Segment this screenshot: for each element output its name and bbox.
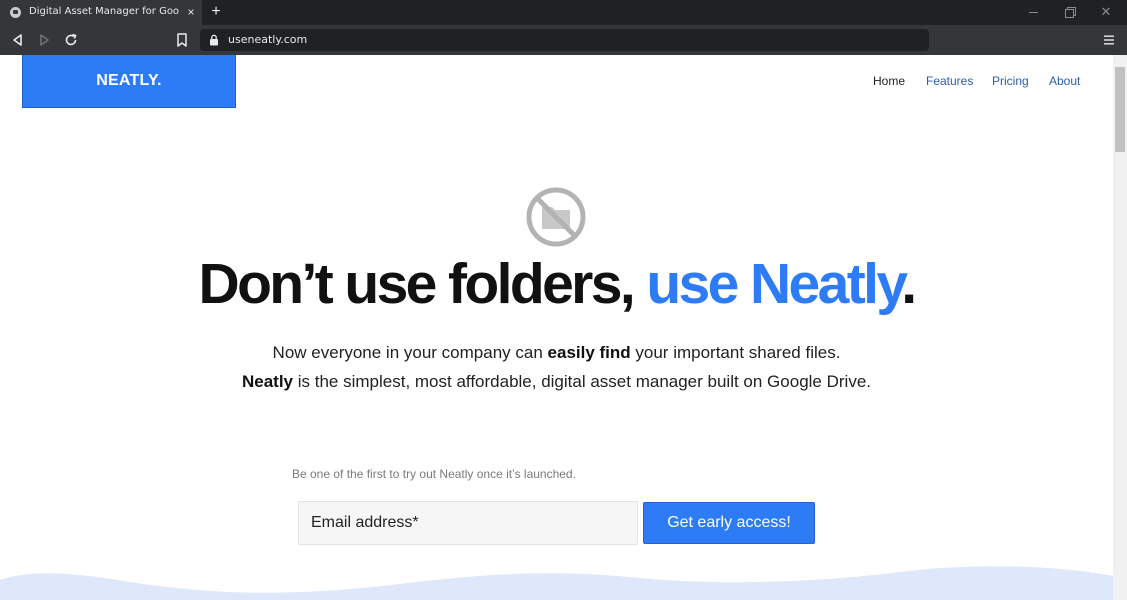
nav-link-about[interactable]: About (1049, 74, 1080, 88)
browser-menu-icon[interactable] (1102, 33, 1116, 47)
headline-main: Don’t use folders, (198, 252, 647, 316)
tab-title: Digital Asset Manager for Google (29, 6, 179, 17)
subtitle-bold: Neatly (241, 372, 294, 391)
browser-toolbar: useneatly.com (0, 25, 1127, 55)
address-bar[interactable]: useneatly.com (200, 29, 929, 51)
get-early-access-button[interactable]: Get early access! (643, 502, 815, 544)
headline-accent: use Neatly (646, 252, 904, 316)
site-logo[interactable]: NEATLY. (22, 55, 236, 108)
page-viewport: NEATLY. Home Features Pricing About Don’… (0, 55, 1113, 600)
back-icon[interactable] (10, 32, 26, 48)
browser-tab-strip: Digital Asset Manager for Google × + ✕ (0, 0, 1127, 25)
nav-link-pricing[interactable]: Pricing (992, 74, 1029, 88)
window-close-button[interactable]: ✕ (1098, 4, 1114, 20)
favicon-icon (10, 7, 21, 18)
bookmark-icon[interactable] (174, 32, 190, 48)
hero-subtitle-line-2: Neatly is the simplest, most affordable,… (0, 372, 1113, 392)
nav-link-features[interactable]: Features (926, 74, 973, 88)
no-folder-icon (526, 187, 586, 247)
subtitle-text: Now everyone in your company can (272, 343, 548, 362)
headline-period: . (901, 252, 917, 316)
url-text: useneatly.com (228, 33, 308, 46)
hero-subtitle-line-1: Now everyone in your company can easily … (0, 343, 1113, 363)
logo-text: NEATLY. (96, 72, 162, 89)
nav-link-home[interactable]: Home (873, 74, 905, 88)
forward-icon[interactable] (36, 32, 52, 48)
signup-tagline: Be one of the first to try out Neatly on… (292, 467, 576, 481)
hero-headline: Don’t use folders, use Neatly. (0, 251, 1113, 317)
new-tab-button[interactable]: + (208, 3, 224, 21)
email-field[interactable] (298, 501, 638, 545)
page-scrollbar[interactable] (1113, 55, 1127, 600)
decorative-wave (0, 566, 1113, 600)
browser-tab[interactable]: Digital Asset Manager for Google × (0, 0, 202, 25)
window-minimize-button[interactable] (1026, 4, 1042, 20)
scrollbar-thumb[interactable] (1115, 67, 1125, 152)
subtitle-text: your important shared files. (630, 343, 841, 362)
window-restore-button[interactable] (1062, 4, 1078, 20)
tab-close-button[interactable]: × (184, 4, 198, 20)
reload-icon[interactable] (63, 32, 79, 48)
subtitle-text: is the simplest, most affordable, digita… (293, 372, 871, 391)
subtitle-bold: easily find (547, 343, 631, 362)
lock-icon (210, 34, 218, 46)
